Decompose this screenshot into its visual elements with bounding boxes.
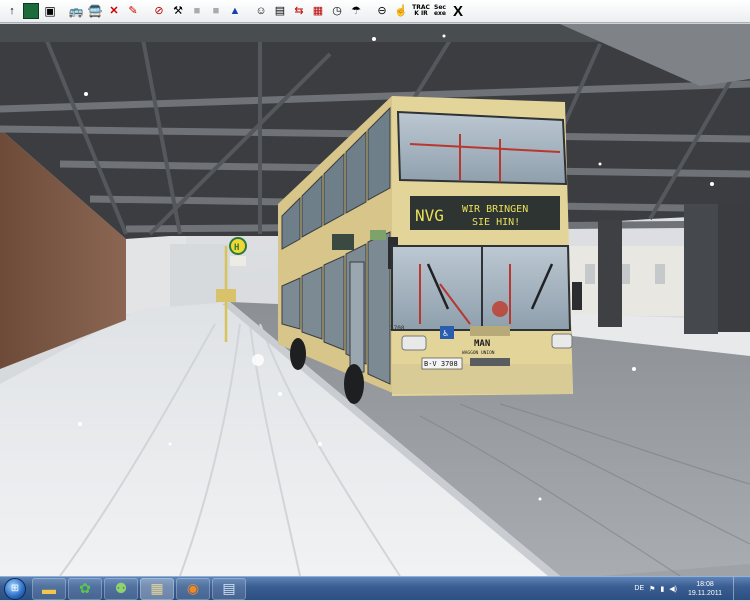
omsi-task[interactable]: ▦	[140, 577, 174, 600]
toolbar-separator	[246, 3, 250, 19]
language-indicator[interactable]: DE	[634, 585, 644, 592]
folder-icon: ▬	[42, 580, 56, 597]
destination-line1: WIR BRINGEN	[462, 204, 528, 215]
start-button[interactable]: ⊞	[0, 577, 30, 601]
exe-label: exe	[433, 10, 446, 17]
flower-icon: ✿	[79, 580, 91, 596]
bus-bodywork: WAGGON UNION	[462, 350, 495, 356]
bus-new-icon[interactable]: 🚌	[68, 3, 84, 19]
ticket-icon[interactable]: ▦	[310, 3, 326, 19]
toolbar-separator	[144, 3, 148, 19]
show-desktop-button[interactable]	[733, 577, 742, 600]
right-headlight	[551, 333, 573, 349]
scene-drawing: H NVG WIR BRINGEN SIE HIN! ♿ 3708 MAN WA…	[0, 24, 750, 576]
wrench-red-icon[interactable]: ✎	[125, 3, 141, 19]
front-bumper	[392, 364, 572, 394]
editor-icon: ▤	[222, 580, 236, 596]
bus-brand: MAN	[474, 339, 490, 349]
clock-icon[interactable]: ◷	[329, 3, 345, 19]
save-icon[interactable]: ▣	[42, 3, 58, 19]
bus-side-door	[349, 261, 365, 373]
icq-task[interactable]: ✿	[68, 577, 102, 600]
system-tray: DE ⚑ ▮ ◀) 18:08 19.11.2011	[634, 577, 750, 600]
editor-task[interactable]: ▤	[212, 577, 246, 600]
flag-icon[interactable]: ⚑	[649, 585, 655, 593]
firefox-icon: ◉	[186, 580, 200, 596]
windows-logo-icon: ⊞	[4, 577, 26, 600]
timetable-board	[216, 289, 236, 302]
toolbar-separator	[367, 3, 371, 19]
rear-wheel	[290, 338, 306, 370]
fleet-number: 3708	[390, 325, 405, 332]
clock-time: 18:08	[696, 580, 714, 588]
clock-date: 19.11.2011	[688, 589, 722, 597]
toolbar-separator	[61, 3, 65, 19]
destination-line2: SIE HIN!	[472, 217, 520, 228]
disabled-tool2-icon[interactable]: ■	[208, 3, 224, 19]
left-headlight	[401, 335, 427, 351]
volume-icon[interactable]: ◀)	[669, 585, 677, 593]
arrow-up-icon[interactable]: ↑	[4, 3, 20, 19]
front-wheel	[344, 364, 364, 404]
track-ir-label: TRACK IR	[412, 4, 430, 17]
bell-icon[interactable]: ▲	[227, 3, 243, 19]
pillar-1	[598, 220, 622, 327]
close-icon[interactable]: X	[450, 3, 466, 19]
view-reset-icon[interactable]: ⊖	[374, 3, 390, 19]
pillar-2	[684, 204, 718, 334]
weather-icon[interactable]: ☂	[348, 3, 364, 19]
tools-icon[interactable]: ⚒	[170, 3, 186, 19]
driver-icon[interactable]: ☺	[253, 3, 269, 19]
network-icon[interactable]: ▮	[660, 585, 664, 593]
simulation-viewport[interactable]: H NVG WIR BRINGEN SIE HIN! ♿ 3708 MAN WA…	[0, 24, 750, 576]
right-mirror	[572, 282, 582, 310]
license-plate-text: B-V 3708	[424, 360, 458, 368]
map-icon[interactable]	[23, 3, 39, 19]
explorer-task[interactable]: ▬	[32, 577, 66, 600]
people-icon: ⚉	[114, 580, 128, 596]
clock[interactable]: 18:08 19.11.2011	[688, 580, 722, 598]
firefox-task[interactable]: ◉	[176, 577, 210, 600]
bus-delete-icon[interactable]: ✕	[106, 3, 122, 19]
people-task[interactable]: ⚉	[104, 577, 138, 600]
swap-icon[interactable]: ⇆	[291, 3, 307, 19]
camera-off-icon[interactable]: ⊘	[151, 3, 167, 19]
windows-taskbar: ⊞ ▬ ✿ ⚉ ▦ ◉ ▤ DE ⚑ ▮ ◀) 18:08 19.11.2011	[0, 576, 750, 600]
bus-icon: ▦	[150, 580, 164, 596]
svg-text:♿: ♿	[443, 329, 449, 339]
app-toolbar: ↑ ▣ 🚌 🚍 ✕ ✎ ⊘ ⚒ ■ ■ ▲ ☺ ▤ ⇆ ▦ ◷ ☂ ⊖ ☝ TR…	[0, 0, 750, 23]
front-grille	[470, 326, 510, 336]
bus-select-icon[interactable]: 🚍	[87, 3, 103, 19]
sec-exe-button[interactable]: Sec exe	[433, 3, 447, 19]
disabled-tool-icon[interactable]: ■	[189, 3, 205, 19]
timetable-icon[interactable]: ▤	[272, 3, 288, 19]
hand-icon[interactable]: ☝	[393, 3, 409, 19]
track-ir-button[interactable]: TRACK IR	[412, 3, 430, 19]
svg-text:H: H	[234, 243, 239, 253]
side-route-sign	[332, 234, 354, 250]
destination-route: NVG	[415, 206, 444, 225]
